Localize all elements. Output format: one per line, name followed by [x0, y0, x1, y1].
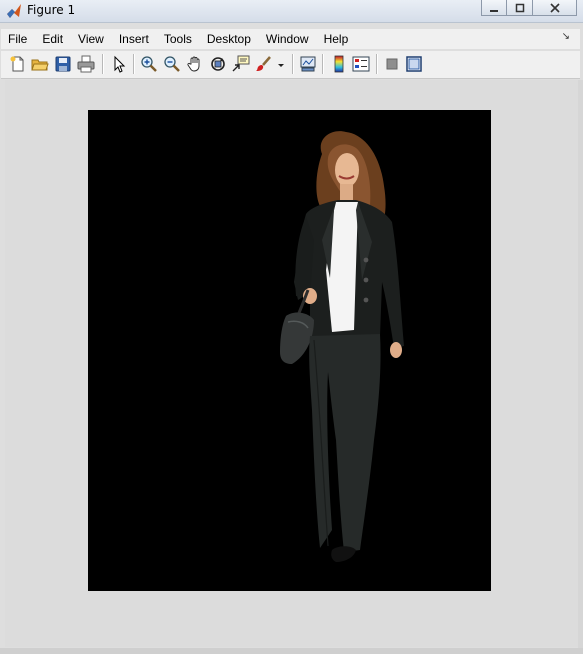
woman-figure-image: [280, 131, 404, 562]
menu-edit[interactable]: Edit: [35, 29, 71, 49]
new-figure-icon[interactable]: [9, 55, 27, 73]
menu-insert[interactable]: Insert: [112, 29, 157, 49]
insert-colorbar-icon[interactable]: [330, 55, 348, 73]
close-button[interactable]: [533, 0, 577, 16]
show-plot-tools-icon[interactable]: [405, 55, 423, 73]
maximize-icon: [515, 3, 524, 12]
title-bar: Figure 1: [0, 0, 583, 23]
menu-desktop[interactable]: Desktop: [200, 29, 259, 49]
minimize-button[interactable]: [481, 0, 507, 16]
matlab-logo-icon: [6, 3, 22, 19]
zoom-in-icon[interactable]: [140, 55, 158, 73]
minimize-icon: [490, 9, 498, 12]
zoom-out-icon[interactable]: [163, 55, 181, 73]
toolbar-separator: [322, 54, 324, 74]
maximize-button[interactable]: [507, 0, 533, 16]
toolbar-separator: [376, 54, 378, 74]
edit-plot-arrow-icon[interactable]: [110, 55, 128, 73]
dock-arrow-icon[interactable]: ↘: [562, 31, 570, 42]
data-cursor-icon[interactable]: [232, 55, 250, 73]
window-controls: [481, 0, 577, 18]
save-icon[interactable]: [54, 55, 72, 73]
toolbar-separator: [102, 54, 104, 74]
figure-window: Figure 1 File Edit View Insert Tools Des…: [0, 0, 583, 654]
menu-bar: File Edit View Insert Tools Desktop Wind…: [1, 29, 580, 49]
pan-hand-icon[interactable]: [186, 55, 204, 73]
print-icon[interactable]: [77, 55, 95, 73]
rotate-3d-icon[interactable]: [209, 55, 227, 73]
open-file-icon[interactable]: [31, 55, 49, 73]
figure-toolbar: [1, 51, 580, 79]
menu-help[interactable]: Help: [317, 29, 357, 49]
window-bottom-edge: [0, 648, 583, 654]
insert-legend-icon[interactable]: [352, 55, 370, 73]
brush-icon[interactable]: [255, 55, 273, 73]
link-plot-icon[interactable]: [299, 55, 317, 73]
window-title: Figure 1: [27, 3, 76, 17]
menu-window[interactable]: Window: [259, 29, 317, 49]
window-right-edge: [578, 80, 583, 654]
toolbar-separator: [133, 54, 135, 74]
brush-dropdown-icon[interactable]: [276, 55, 286, 73]
hide-plot-tools-icon[interactable]: [383, 55, 401, 73]
close-icon: [549, 2, 560, 13]
image-axes[interactable]: [88, 110, 491, 591]
menu-view[interactable]: View: [71, 29, 112, 49]
menu-file[interactable]: File: [1, 29, 35, 49]
menu-tools[interactable]: Tools: [157, 29, 200, 49]
toolbar-separator: [292, 54, 294, 74]
